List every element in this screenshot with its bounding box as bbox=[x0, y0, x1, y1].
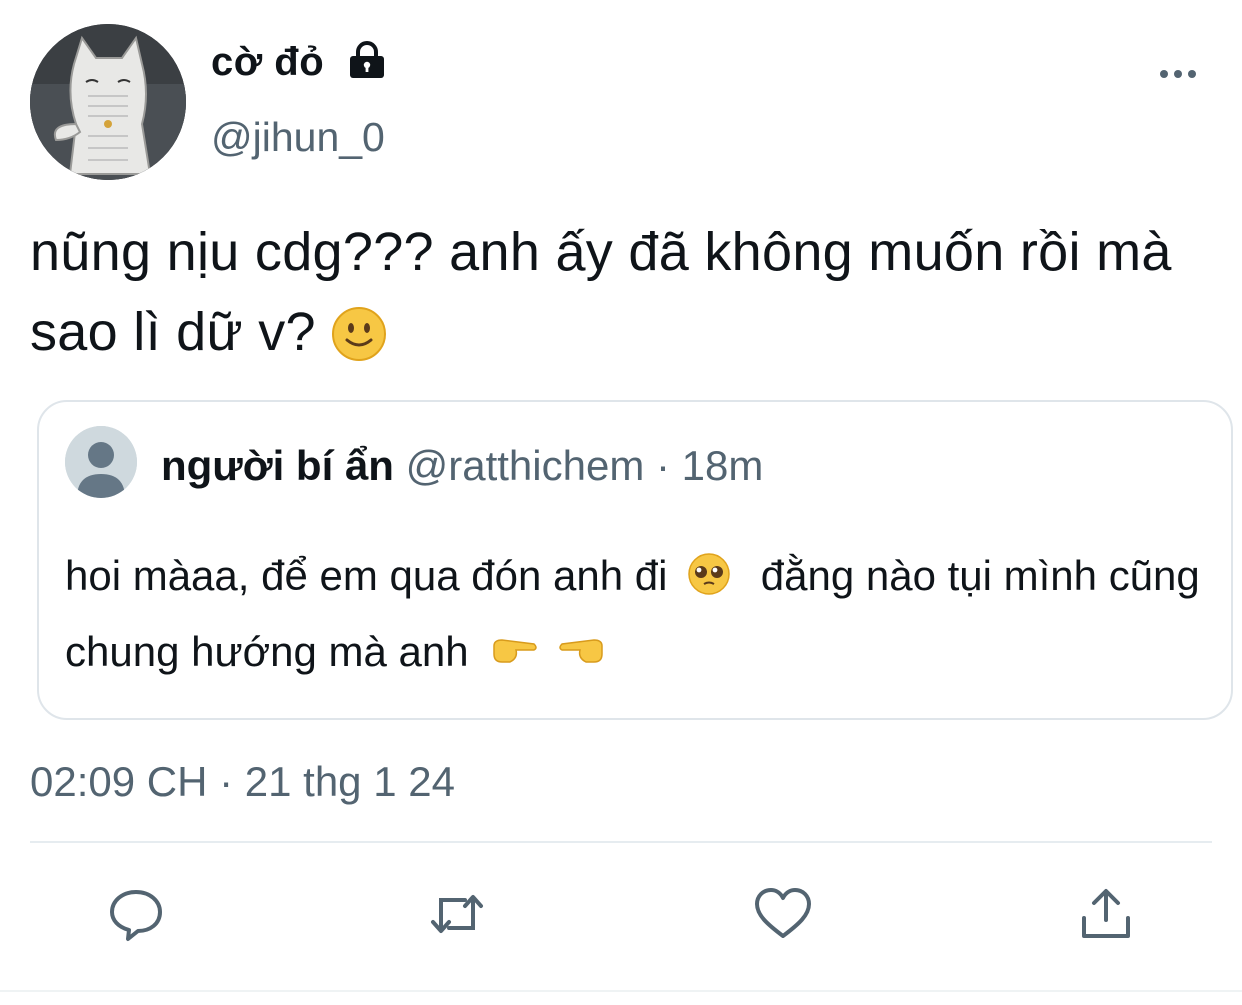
more-options-icon[interactable] bbox=[1158, 64, 1198, 84]
pointing-left-emoji bbox=[559, 639, 603, 663]
reply-icon bbox=[110, 890, 162, 941]
quoted-tweet-text: hoi màaa, để em qua đón anh đi đằng nào … bbox=[65, 538, 1205, 690]
default-avatar-icon bbox=[65, 426, 137, 498]
like-icon bbox=[755, 888, 811, 938]
quoted-tweet-card[interactable]: người bí ẩn @ratthichem · 18m hoi màaa, … bbox=[37, 400, 1233, 720]
tweet-text: nũng nịu cdg??? anh ấy đã không muốn rồi… bbox=[30, 222, 1172, 362]
quoted-tweet-age[interactable]: 18m bbox=[682, 442, 764, 489]
quoted-text-part1: hoi màaa, để em qua đón anh đi bbox=[65, 552, 668, 599]
quoted-author-name[interactable]: người bí ẩn bbox=[161, 442, 394, 489]
reply-button[interactable] bbox=[106, 884, 166, 944]
bottom-divider bbox=[0, 990, 1242, 992]
author-display-name[interactable]: cờ đỏ bbox=[211, 40, 324, 85]
header-separator: · bbox=[656, 442, 670, 489]
tweet-body: nũng nịu cdg??? anh ấy đã không muốn rồi… bbox=[30, 212, 1230, 372]
share-icon bbox=[1082, 889, 1130, 938]
pointing-right-emoji bbox=[493, 639, 538, 663]
author-avatar[interactable] bbox=[30, 24, 186, 180]
quoted-author-handle[interactable]: @ratthichem bbox=[406, 442, 645, 489]
retweet-button[interactable] bbox=[427, 884, 487, 944]
lock-icon bbox=[350, 41, 384, 78]
author-handle[interactable]: @jihun_0 bbox=[211, 114, 385, 161]
cat-avatar-image bbox=[30, 24, 186, 180]
like-button[interactable] bbox=[753, 884, 813, 944]
tweet-timestamp[interactable]: 02:09 CH · 21 thg 1 24 bbox=[30, 758, 455, 806]
share-button[interactable] bbox=[1076, 884, 1136, 944]
divider bbox=[30, 841, 1212, 843]
quoted-author-avatar[interactable] bbox=[65, 426, 137, 498]
retweet-icon bbox=[431, 895, 483, 933]
slightly-smiling-face-emoji bbox=[332, 307, 387, 361]
quoted-tweet-header: người bí ẩn @ratthichem · 18m bbox=[161, 442, 763, 490]
pleading-face-emoji bbox=[688, 553, 730, 595]
